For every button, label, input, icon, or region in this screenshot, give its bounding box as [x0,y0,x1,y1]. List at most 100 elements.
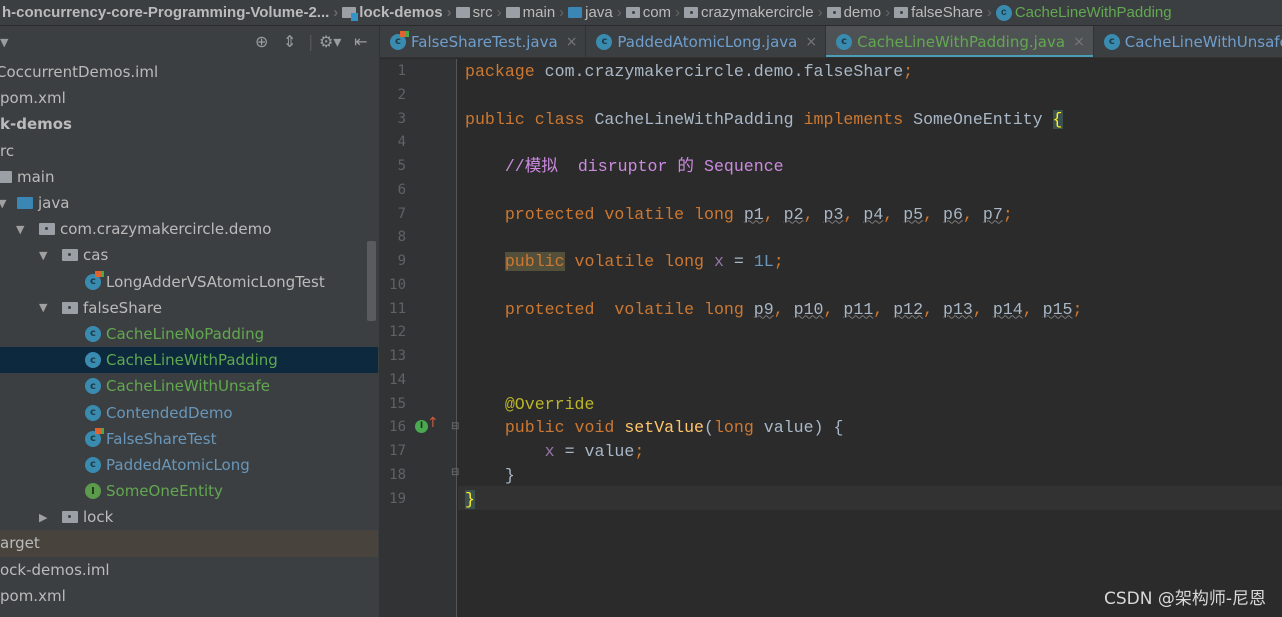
interface-icon: I [85,483,101,500]
collapsed-arrow-icon[interactable]: ▶ [39,511,47,524]
line-number: 5 [397,158,406,174]
chevron-right-icon: › [986,4,992,21]
class-icon: c [85,352,101,369]
close-icon[interactable]: × [566,34,578,50]
close-icon[interactable]: × [1073,34,1085,50]
code-token: ; [1002,204,1013,224]
line-number: 3 [397,110,406,127]
tree-item[interactable]: c CacheLineNoPadding [0,321,378,347]
tab-falsesharetest[interactable]: c FalseShareTest.java × [380,26,587,57]
tree-item[interactable]: c PaddedAtomicLong [0,452,378,478]
tab-label: CacheLineWithPadding.java [857,32,1066,51]
class-icon: c [836,33,853,50]
tree-item[interactable]: CoccurrentDemos.iml [0,59,378,85]
class-icon: c [1103,33,1120,50]
code-token: implements [803,109,914,129]
tree-scrollbar[interactable] [367,241,376,321]
code-line: x = value; [465,440,645,464]
breadcrumb-src[interactable]: src › [454,4,504,21]
tree-item[interactable]: c ContendedDemo [0,399,378,425]
breadcrumb-main[interactable]: main › [504,4,567,21]
tree-item[interactable]: I SomeOneEntity [0,478,378,504]
line-number: 11 [389,300,406,317]
chevron-right-icon: › [333,4,339,21]
package-icon [62,249,78,262]
expanded-arrow-icon[interactable]: ▼ [0,197,6,210]
tree-item[interactable]: rc [0,138,378,164]
line-number: 14 [389,371,406,388]
code-token: } [465,465,515,485]
line-number: 6 [397,181,406,198]
breadcrumb-module[interactable]: lock-demos › [340,4,453,21]
tree-item-label: LongAdderVSAtomicLongTest [106,272,325,291]
expanded-arrow-icon[interactable]: ▼ [16,223,24,236]
tree-item-label: main [17,167,55,186]
class-icon: c [85,378,101,395]
breadcrumb-demo[interactable]: demo › [825,4,893,21]
gear-icon[interactable]: ⚙▾ [319,32,341,51]
code-token: p15 [1042,299,1073,319]
line-number: 15 [389,395,406,412]
code-token: , [923,204,944,224]
tree-item[interactable]: main [0,164,378,190]
package-icon [62,301,78,314]
tree-item-excluded[interactable]: arget [0,530,378,557]
tree-item[interactable]: c CacheLineWithUnsafe [0,373,378,399]
tree-item-label: k-demos [0,115,72,134]
code-token: , [823,299,844,319]
code-token: } [465,489,475,509]
line-number: 2 [397,86,406,103]
code-token: protected volatile long [465,299,754,319]
editor-gutter: 1 2 3 4 5 6 7 8 9 10 11 12 13 14 15 16 17 18 19 [380,59,457,617]
tree-item[interactable]: c LongAdderVSAtomicLongTest [0,269,378,295]
hide-panel-icon[interactable]: ⇤ [354,32,367,51]
close-icon[interactable]: × [805,34,817,50]
code-token: , [843,204,864,224]
locate-file-icon[interactable]: ⊕ [255,32,268,51]
tab-cachelinewithunsafe[interactable]: cCacheLineWithUnsafe.java [1094,26,1282,57]
breadcrumb-java[interactable]: java › [566,4,624,21]
breadcrumb-label: demo [843,4,882,21]
tree-item[interactable]: pom.xml [0,583,378,609]
breadcrumb-falseshare[interactable]: falseShare › [892,4,994,21]
breadcrumb-com[interactable]: com › [624,4,682,21]
package-icon [826,7,841,18]
tree-item[interactable]: k-demos [0,111,378,137]
tree-item[interactable]: ▼ cas [0,242,378,268]
tree-item-selected[interactable]: c CacheLineWithPadding [0,347,378,374]
code-token: , [972,299,993,319]
fold-icon[interactable]: ⊟ [451,467,459,478]
tree-item[interactable]: ock-demos.iml [0,557,378,583]
tree-item[interactable]: ▶ lock [0,504,378,530]
code-token: p5 [903,204,924,224]
line-number: 19 [389,490,406,507]
override-arrow-icon: ↑ [427,415,439,431]
code-line: public void setValue(long value) { [465,416,844,440]
expanded-arrow-icon[interactable]: ▼ [39,301,47,314]
code-editor[interactable]: 1 2 3 4 5 6 7 8 9 10 11 12 13 14 15 16 17 18 19 package co… [380,59,1282,617]
breadcrumb-label: lock-demos [359,4,443,21]
breadcrumb-class[interactable]: c CacheLineWithPadding [994,4,1174,21]
tree-item[interactable]: pom.xml [0,85,378,111]
code-token: p14 [992,299,1023,319]
tree-item-label: java [38,194,70,213]
class-icon: c [85,456,101,473]
breadcrumb-crazymakercircle[interactable]: crazymakercircle › [682,4,825,21]
code-token: , [962,204,983,224]
tree-item[interactable]: c FalseShareTest [0,426,378,452]
tree-item[interactable]: ▼ com.crazymakercircle.demo [0,216,378,242]
code-token: { [1052,109,1063,129]
code-line: protected volatile long p9, p10, p11, p1… [465,298,1083,322]
code-token: 1L [753,252,774,271]
breadcrumb-project[interactable]: h-concurrency-core-Programming-Volume-2.… [0,4,340,21]
tree-item[interactable]: ▼ falseShare [0,295,378,321]
fold-icon[interactable]: ⊟ [451,421,459,432]
expanded-arrow-icon[interactable]: ▼ [39,249,47,262]
collapse-all-icon[interactable]: ⇕ [283,32,296,51]
code-token: setValue [624,418,704,438]
view-dropdown-icon[interactable]: ▼ [0,36,8,49]
tab-cachelinewithpadding[interactable]: c CacheLineWithPadding.java × [826,26,1094,57]
tree-item[interactable]: ▼ java [0,190,378,216]
tab-paddedatomiclong[interactable]: c PaddedAtomicLong.java × [586,26,827,57]
